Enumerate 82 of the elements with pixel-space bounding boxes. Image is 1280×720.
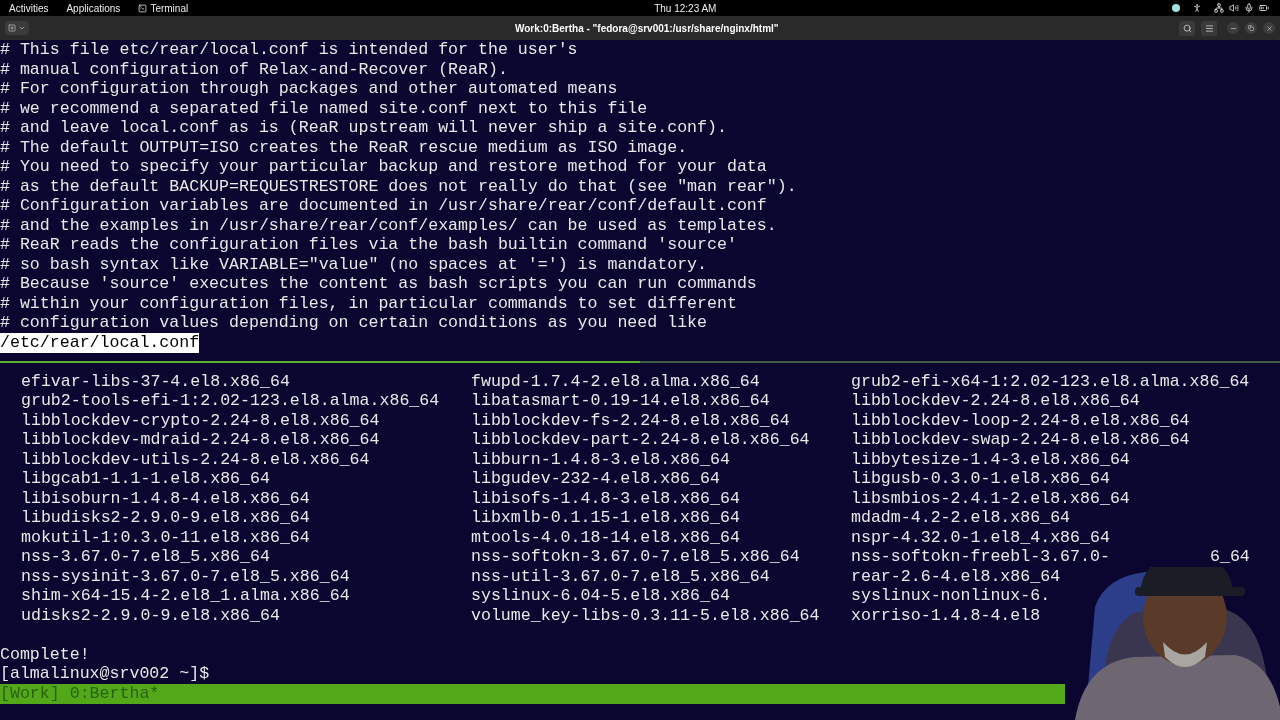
config-comment-line: # For configuration through packages and other automated means xyxy=(0,79,618,99)
package-name: nss-3.67.0-7.el8_5.x86_64 xyxy=(21,547,270,567)
package-name: libblockdev-utils-2.24-8.el8.x86_64 xyxy=(21,449,370,469)
shell-prompt: [almalinux@srv002 ~]$ xyxy=(0,664,210,684)
package-name: libgcab1-1.1-1.el8.x86_64 xyxy=(21,469,270,489)
volume-icon[interactable] xyxy=(1229,3,1239,13)
restore-icon xyxy=(1248,25,1254,31)
close-button[interactable] xyxy=(1263,22,1275,34)
package-name: syslinux-nonlinux-6. xyxy=(851,586,1051,606)
restore-button[interactable] xyxy=(1245,22,1257,34)
package-name: libblockdev-fs-2.24-8.el8.x86_64 xyxy=(471,410,790,430)
new-tab-button[interactable] xyxy=(5,21,29,35)
activities-button[interactable]: Activities xyxy=(9,0,49,16)
new-tab-icon xyxy=(8,24,16,32)
config-comment-line: # as the default BACKUP=REQUESTRESTORE does not really do that (see "man rear"). xyxy=(0,176,797,197)
config-comment-line: # Because 'source' executes the content as bash scripts you can run commands xyxy=(0,274,757,294)
package-name: nss-sysinit-3.67.0-7.el8_5.x86_64 xyxy=(21,566,350,586)
package-name: rear-2.6-4.el8.x86_64 xyxy=(851,566,1061,586)
menu-icon xyxy=(1204,23,1214,33)
package-name: udisks2-2.9.0-9.el8.x86_64 xyxy=(21,605,280,625)
config-comment-line: # configuration values depending on certain conditions as you need like xyxy=(0,313,707,333)
config-comment-line: # manual configuration of Relax-and-Recover (ReaR). xyxy=(0,59,508,80)
package-name: shim-x64-15.4-2.el8_1.alma.x86_64 xyxy=(21,586,350,606)
package-name: nss-softokn-3.67.0-7.el8_5.x86_64 xyxy=(471,547,800,567)
package-name: libblockdev-2.24-8.el8.x86_64 xyxy=(851,391,1140,411)
terminal-icon xyxy=(138,3,148,13)
complete-message: Complete! xyxy=(0,644,90,665)
clock[interactable]: Thu 12:23 AM xyxy=(654,0,717,16)
package-name: mdadm-4.2-2.el8.x86_64 xyxy=(851,508,1071,528)
search-icon xyxy=(1182,23,1192,33)
package-name: libburn-1.4.8-3.el8.x86_64 xyxy=(471,449,730,469)
config-comment-line: # we recommend a separated file named site.conf next to this file xyxy=(0,98,648,119)
package-name: libxmlb-0.1.15-1.el8.x86_64 xyxy=(471,508,740,528)
config-comment-line: # The default OUTPUT=ISO creates the ReaR rescue medium as ISO image. xyxy=(0,137,688,158)
package-name: libblockdev-loop-2.24-8.el8.x86_64 xyxy=(851,410,1190,430)
package-name: libblockdev-swap-2.24-8.el8.x86_64 xyxy=(851,430,1190,450)
app-menu[interactable]: Terminal xyxy=(138,0,189,16)
battery-icon[interactable] xyxy=(1259,3,1269,13)
package-name: libgusb-0.3.0-1.el8.x86_64 xyxy=(851,469,1110,489)
network-icon[interactable] xyxy=(1214,3,1224,13)
microphone-icon[interactable] xyxy=(1244,3,1254,13)
applications-menu[interactable]: Applications xyxy=(66,0,121,16)
package-name: xorriso-1.4.8-4.el8 xyxy=(851,605,1041,625)
package-name: grub2-tools-efi-1:2.02-123.el8.alma.x86_64 xyxy=(21,391,440,411)
package-name: libblockdev-crypto-2.24-8.el8.x86_64 xyxy=(21,410,380,430)
config-comment-line: # ReaR reads the configuration files via the bash builtin command 'source' xyxy=(0,235,737,255)
package-name: libblockdev-mdraid-2.24-8.el8.x86_64 xyxy=(21,430,380,450)
package-name: libisofs-1.4.8-3.el8.x86_64 xyxy=(471,488,740,508)
search-button[interactable] xyxy=(1179,20,1195,36)
file-path: /etc/rear/local.conf xyxy=(0,332,200,353)
package-name: fwupd-1.7.4-2.el8.alma.x86_64 xyxy=(471,371,760,391)
package-name: libudisks2-2.9.0-9.el8.x86_64 xyxy=(21,508,310,528)
package-name-fragment: 6_64 xyxy=(1210,547,1250,567)
package-name: mtools-4.0.18-14.el8.x86_64 xyxy=(471,527,740,547)
package-name: volume_key-libs-0.3.11-5.el8.x86_64 xyxy=(471,605,820,625)
chevron-down-icon xyxy=(18,24,26,32)
menu-button[interactable] xyxy=(1201,20,1217,36)
package-name: syslinux-6.04-5.el8.x86_64 xyxy=(471,586,730,606)
package-name: libsmbios-2.4.1-2.el8.x86_64 xyxy=(851,488,1130,508)
package-name: libatasmart-0.19-14.el8.x86_64 xyxy=(471,391,770,411)
package-name: libblockdev-part-2.24-8.el8.x86_64 xyxy=(471,430,810,450)
package-name: nss-util-3.67.0-7.el8_5.x86_64 xyxy=(471,566,770,586)
package-name: mokutil-1:0.3.0-11.el8.x86_64 xyxy=(21,527,310,547)
config-comment-line: # and leave local.conf as is (ReaR upstream will never ship a site.conf). xyxy=(0,118,727,138)
package-name: libgudev-232-4.el8.x86_64 xyxy=(471,469,720,489)
package-name: libisoburn-1.4.8-4.el8.x86_64 xyxy=(21,488,310,508)
status-text: [Work] 0:Bertha* xyxy=(0,684,160,703)
config-comment-line: # within your configuration files, in particular commands to set different xyxy=(0,293,737,314)
config-comment-line: # This file etc/rear/local.conf is intended for the user's xyxy=(0,40,578,60)
package-name: nss-softokn-freebl-3.67.0- xyxy=(851,547,1110,567)
config-comment-line: # so bash syntax like VARIABLE="value" (no spaces at '=') is mandatory. xyxy=(0,254,707,275)
package-name: efivar-libs-37-4.el8.x86_64 xyxy=(21,371,290,391)
window-title: Work:0:Bertha - "fedora@srv001:/usr/share/nginx/html" xyxy=(515,21,779,36)
close-icon xyxy=(1265,24,1273,32)
package-name: libbytesize-1.4-3.el8.x86_64 xyxy=(851,449,1130,469)
package-name: grub2-efi-x64-1:2.02-123.el8.alma.x86_64 xyxy=(851,371,1250,391)
config-comment-line: # You need to specify your particular backup and restore method for your data xyxy=(0,157,767,177)
package-name: nspr-4.32.0-1.el8_4.x86_64 xyxy=(851,527,1110,547)
config-comment-line: # and the examples in /usr/share/rear/conf/examples/ can be used as templates. xyxy=(0,215,777,236)
config-comment-line: # Configuration variables are documented in /usr/share/rear/conf/default.conf xyxy=(0,196,767,216)
accessibility-icon[interactable] xyxy=(1192,3,1202,13)
minimize-button[interactable] xyxy=(1227,22,1239,34)
